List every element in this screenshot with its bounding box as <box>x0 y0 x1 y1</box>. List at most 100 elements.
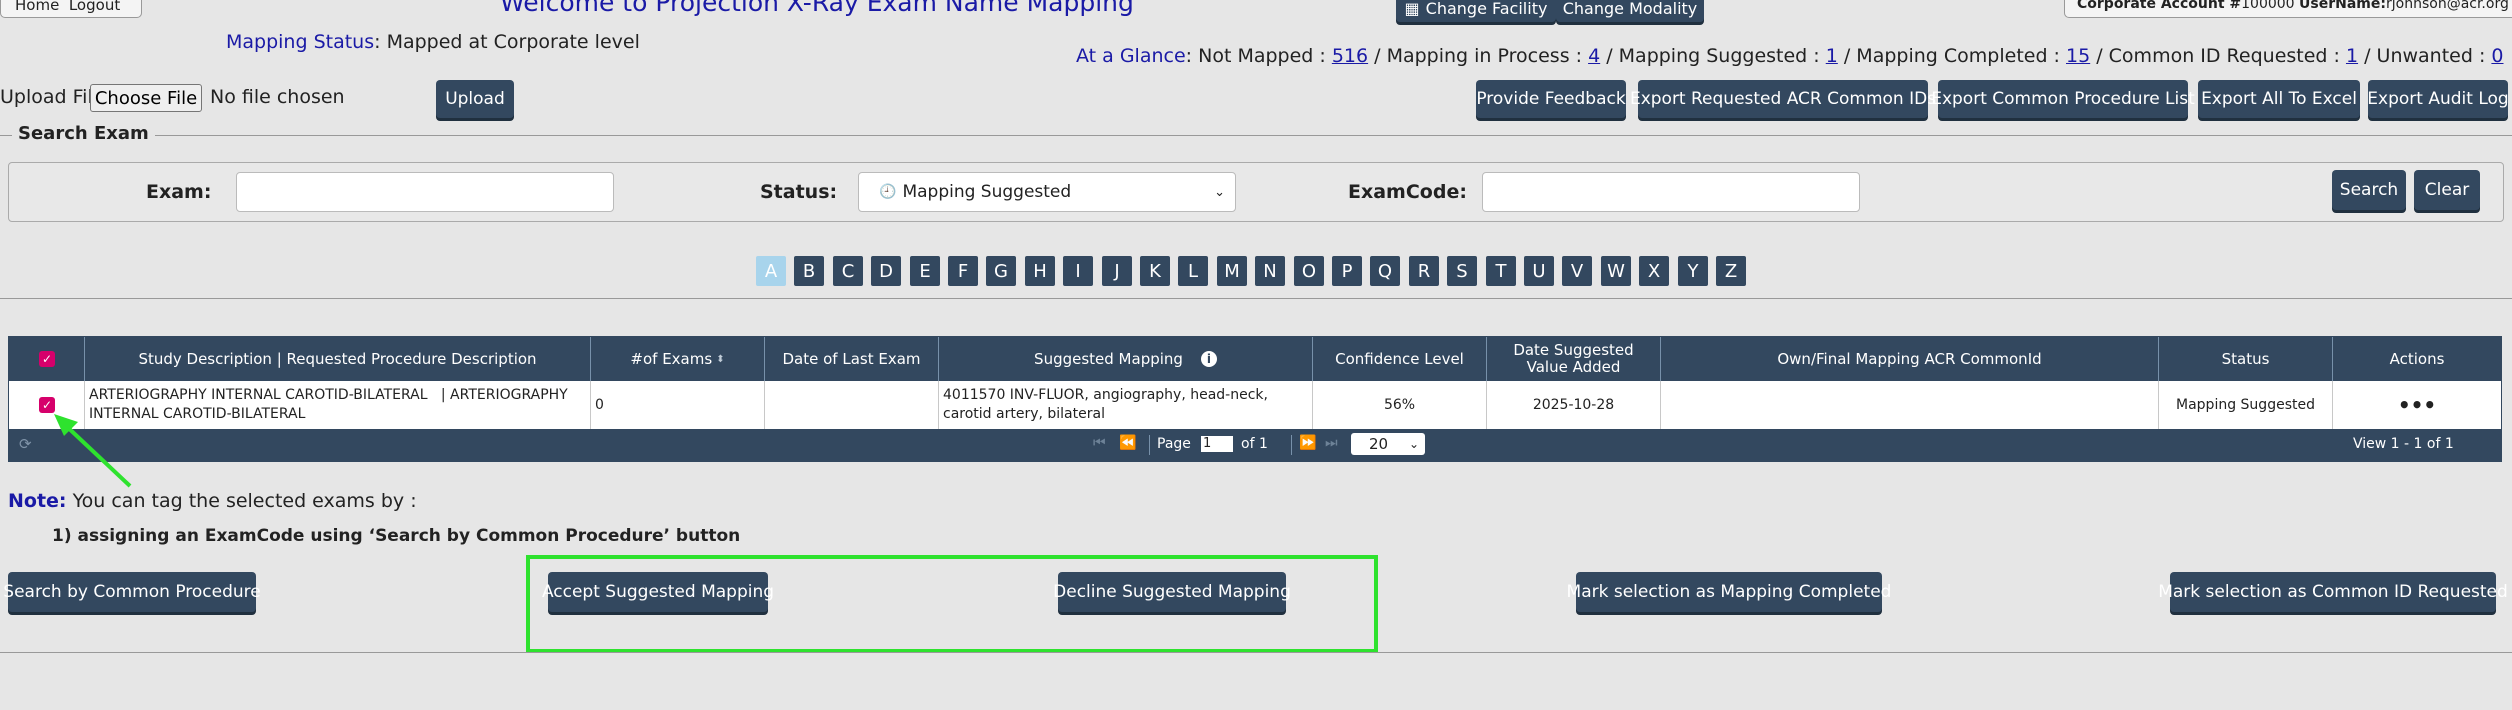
chevron-down-icon: ⌄ <box>1408 437 1419 451</box>
clear-button[interactable]: Clear <box>2414 170 2480 210</box>
letter-filter-g[interactable]: G <box>986 256 1016 286</box>
col-study[interactable]: Study Description | Requested Procedure … <box>85 337 591 381</box>
change-facility-button[interactable]: ▦ Change Facility <box>1396 0 1556 22</box>
refresh-icon[interactable]: ⟳ <box>19 435 32 453</box>
exam-input[interactable] <box>236 172 614 212</box>
pager-separator <box>1149 435 1150 455</box>
unwanted-count-link[interactable]: 0 <box>2491 45 2503 67</box>
letter-filter-r[interactable]: R <box>1409 256 1439 286</box>
col-exams[interactable]: #of Exams ⬍ <box>591 337 765 381</box>
letter-filter-f[interactable]: F <box>948 256 978 286</box>
suggested-count-link[interactable]: 1 <box>1826 45 1838 67</box>
change-modality-button[interactable]: Change Modality <box>1556 0 1704 22</box>
letter-filter-v[interactable]: V <box>1562 256 1592 286</box>
logout-link[interactable]: Logout <box>69 0 120 14</box>
mark-mapping-completed-button[interactable]: Mark selection as Mapping Completed <box>1567 572 1891 612</box>
no-file-text: No file chosen <box>210 86 345 108</box>
letter-filter-q[interactable]: Q <box>1370 256 1400 286</box>
col-actions[interactable]: Actions <box>2333 337 2501 381</box>
home-link[interactable]: Home <box>15 0 59 14</box>
cell-study: ARTERIOGRAPHY INTERNAL CAROTID-BILATERAL… <box>85 381 591 429</box>
letter-filter-y[interactable]: Y <box>1678 256 1708 286</box>
status-select[interactable]: 🕘 Mapping Suggested ⌄ <box>858 172 1236 212</box>
next-page-icon[interactable]: ⏩ <box>1299 435 1316 451</box>
col-suggested[interactable]: Suggested Mapping i <box>939 337 1313 381</box>
letter-filter-c[interactable]: C <box>833 256 863 286</box>
info-icon[interactable]: i <box>1200 351 1217 367</box>
pager-separator-2 <box>1291 435 1292 455</box>
select-all-checkbox[interactable]: ✓ <box>39 351 55 367</box>
letter-filter-z[interactable]: Z <box>1716 256 1746 286</box>
provide-feedback-button[interactable]: Provide Feedback <box>1476 80 1626 118</box>
username: rjohnson@acr.org <box>2386 0 2509 12</box>
prev-page-icon[interactable]: ⏪ <box>1119 435 1136 451</box>
last-page-icon[interactable]: ⏭ <box>1325 435 1338 451</box>
col-own-final[interactable]: Own/Final Mapping ACR CommonId <box>1661 337 2159 381</box>
accept-suggested-mapping-button[interactable]: Accept Suggested Mapping <box>542 572 774 612</box>
letter-filter-d[interactable]: D <box>871 256 901 286</box>
letter-filter-b[interactable]: B <box>794 256 824 286</box>
exam-label: Exam: <box>146 181 212 203</box>
not-mapped-count-link[interactable]: 516 <box>1332 45 1368 67</box>
letter-filter-x[interactable]: X <box>1639 256 1669 286</box>
completed-count-link[interactable]: 15 <box>2066 45 2090 67</box>
letter-filter-l[interactable]: L <box>1178 256 1208 286</box>
at-a-glance: At a Glance: Not Mapped : 516 / Mapping … <box>1076 45 2504 67</box>
letter-filter-j[interactable]: J <box>1102 256 1132 286</box>
pager: ⟳ ⏮ ⏪ Page 1 of 1 ⏩ ⏭ 20 ⌄ View 1 - 1 of… <box>9 429 2501 461</box>
col-date-suggested[interactable]: Date Suggested Value Added <box>1487 337 1661 381</box>
bottom-divider <box>0 652 2512 653</box>
page-label: Page <box>1157 436 1191 452</box>
export-requested-acr-button[interactable]: Export Requested ACR Common IDs <box>1630 80 1936 118</box>
letter-filter-n[interactable]: N <box>1255 256 1285 286</box>
letter-filter-t[interactable]: T <box>1486 256 1516 286</box>
common-id-count-link[interactable]: 1 <box>2346 45 2358 67</box>
letter-filter-a[interactable]: A <box>756 256 786 286</box>
cell-own-final <box>1661 381 2159 429</box>
letter-filter-w[interactable]: W <box>1601 256 1631 286</box>
mark-common-id-requested-button[interactable]: Mark selection as Common ID Requested <box>2158 572 2508 612</box>
cell-status: Mapping Suggested <box>2159 381 2333 429</box>
export-audit-log-button[interactable]: Export Audit Log <box>2367 80 2509 118</box>
letter-filter-u[interactable]: U <box>1524 256 1554 286</box>
letter-filter-k[interactable]: K <box>1140 256 1170 286</box>
cell-date-suggested: 2025-10-28 <box>1487 381 1661 429</box>
select-all-cell: ✓ <box>9 337 85 381</box>
first-page-icon[interactable]: ⏮ <box>1093 435 1106 451</box>
upload-label: Upload File <box>0 86 105 108</box>
letter-filter-s[interactable]: S <box>1447 256 1477 286</box>
table-row[interactable]: ✓ ARTERIOGRAPHY INTERNAL CAROTID-BILATER… <box>9 381 2501 429</box>
in-process-count-link[interactable]: 4 <box>1588 45 1600 67</box>
page-size-select[interactable]: 20 ⌄ <box>1351 433 1425 455</box>
cell-confidence: 56% <box>1313 381 1487 429</box>
search-legend: Search Exam <box>12 123 155 144</box>
choose-file-button[interactable]: Choose File <box>90 84 202 112</box>
col-status[interactable]: Status <box>2159 337 2333 381</box>
col-last-exam[interactable]: Date of Last Exam <box>765 337 939 381</box>
home-logout-box: Home Logout <box>0 0 142 18</box>
decline-suggested-mapping-button[interactable]: Decline Suggested Mapping <box>1053 572 1291 612</box>
export-common-procedure-button[interactable]: Export Common Procedure List <box>1931 80 2195 118</box>
search-button[interactable]: Search <box>2332 170 2406 210</box>
export-excel-button[interactable]: Export All To Excel <box>2198 80 2360 118</box>
page-input[interactable]: 1 <box>1201 436 1233 452</box>
chevron-down-icon: ⌄ <box>1214 184 1225 200</box>
col-confidence[interactable]: Confidence Level <box>1313 337 1487 381</box>
examcode-input[interactable] <box>1482 172 1860 212</box>
cell-exams: 0 <box>591 381 765 429</box>
letter-filter-e[interactable]: E <box>910 256 940 286</box>
search-common-procedure-button[interactable]: Search by Common Procedure <box>3 572 261 612</box>
account-box: Corporate Account #100000 UserName:rjohn… <box>2064 0 2512 18</box>
letter-filter-i[interactable]: I <box>1063 256 1093 286</box>
mapping-status: Mapping Status: Mapped at Corporate leve… <box>226 31 640 53</box>
letter-filter-m[interactable]: M <box>1217 256 1247 286</box>
upload-button[interactable]: Upload <box>436 80 514 118</box>
letter-filter-h[interactable]: H <box>1025 256 1055 286</box>
row-actions-menu[interactable]: ••• <box>2333 381 2501 429</box>
letter-filter-p[interactable]: P <box>1332 256 1362 286</box>
clock-icon: 🕘 <box>879 184 897 200</box>
annotation-arrow <box>54 414 132 488</box>
cell-suggested: 4011570 INV-FLUOR, angiography, head-nec… <box>939 381 1313 429</box>
note-item-1: 1) assigning an ExamCode using ‘Search b… <box>52 526 741 546</box>
letter-filter-o[interactable]: O <box>1294 256 1324 286</box>
